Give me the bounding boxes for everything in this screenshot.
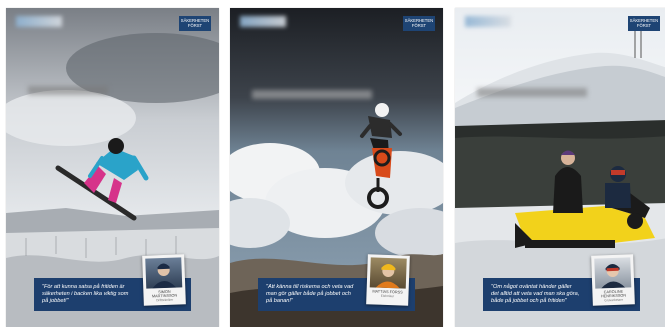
safety-badge: SÄKERHETEN FÖRST xyxy=(179,16,211,31)
portrait-photo xyxy=(145,257,183,289)
portrait-photo xyxy=(594,257,632,289)
headline-blurred xyxy=(28,86,108,95)
quote-text: "Om något oväntat händer gäller det allt… xyxy=(491,284,580,304)
badge-line2: FÖRST xyxy=(636,23,652,28)
safety-badge: SÄKERHETEN FÖRST xyxy=(628,16,660,31)
badge-line2: FÖRST xyxy=(187,23,203,28)
portrait-polaroid: SIMON MARTINSSON Drifttekniker xyxy=(142,254,186,306)
portrait-polaroid: CAROLINE HENRIKSSON Gruvarbetare xyxy=(591,254,635,306)
quote-text: "Att känna till riskerna och veta vad ma… xyxy=(266,284,354,304)
portrait-photo xyxy=(369,257,407,289)
poster-snowmobile: SÄKERHETEN FÖRST "Om något oväntat hände… xyxy=(455,8,665,327)
logo xyxy=(16,16,62,27)
logo xyxy=(465,16,511,27)
portrait-polaroid: MATTIAS FORSS Elektriker xyxy=(366,254,410,306)
safety-badge: SÄKERHETEN FÖRST xyxy=(403,16,435,31)
headline-blurred xyxy=(252,90,372,99)
poster-motocross: SÄKERHETEN FÖRST "Att känna till riskern… xyxy=(230,8,443,327)
quote-text: "För att kunna satsa på fritiden är säke… xyxy=(42,284,129,304)
headline-blurred xyxy=(477,88,587,97)
poster-snowboard: SÄKERHETEN FÖRST "För att kunna satsa på… xyxy=(6,8,219,327)
logo xyxy=(240,16,286,27)
badge-line2: FÖRST xyxy=(411,23,427,28)
